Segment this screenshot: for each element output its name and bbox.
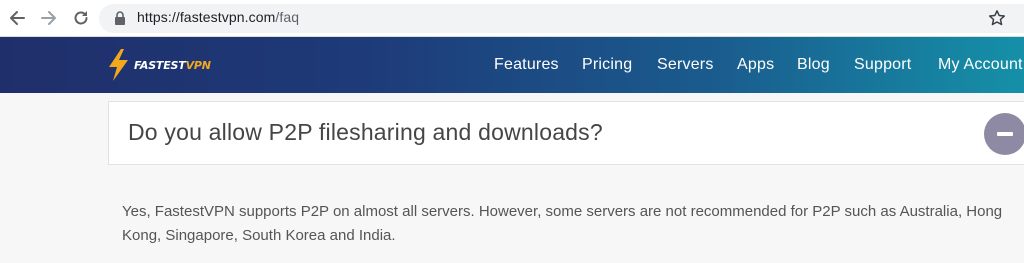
faq-answer: Yes, FastestVPN supports P2P on almost a… [122,203,1003,244]
browser-toolbar: https://fastestvpn.com/faq [0,0,1024,37]
nav-blog[interactable]: Blog [797,56,830,74]
nav-pricing[interactable]: Pricing [582,56,632,74]
arrow-left-icon [10,11,25,25]
address-bar[interactable]: https://fastestvpn.com/faq [99,4,1024,33]
left-margin [0,93,108,263]
nav-features[interactable]: Features [494,56,559,74]
forward-button[interactable] [38,7,60,29]
reload-icon [74,11,88,25]
lock-icon [115,11,125,25]
site-header: FASTESTVPN Features Pricing Servers Apps… [0,37,1024,93]
content-top-spacer [0,93,1024,101]
faq-answer-panel: Yes, FastestVPN supports P2P on almost a… [108,165,1024,263]
nav-support[interactable]: Support [854,56,911,74]
back-button[interactable] [6,7,28,29]
faq-question: Do you allow P2P filesharing and downloa… [128,119,603,145]
main-nav: Features Pricing Servers Apps Blog Suppo… [0,56,1024,76]
faq-item-header[interactable]: Do you allow P2P filesharing and downloa… [108,101,1024,165]
collapse-toggle-button[interactable] [984,113,1024,155]
url-text: https://fastestvpn.com/faq [137,9,299,25]
bookmark-star-icon[interactable] [988,9,1006,27]
nav-my-account[interactable]: My Account [938,56,1023,74]
nav-apps[interactable]: Apps [737,56,774,74]
reload-button[interactable] [70,7,92,29]
url-path: /faq [275,9,300,25]
arrow-right-icon [41,11,56,25]
nav-servers[interactable]: Servers [657,56,714,74]
url-host: https://fastestvpn.com [137,9,276,25]
